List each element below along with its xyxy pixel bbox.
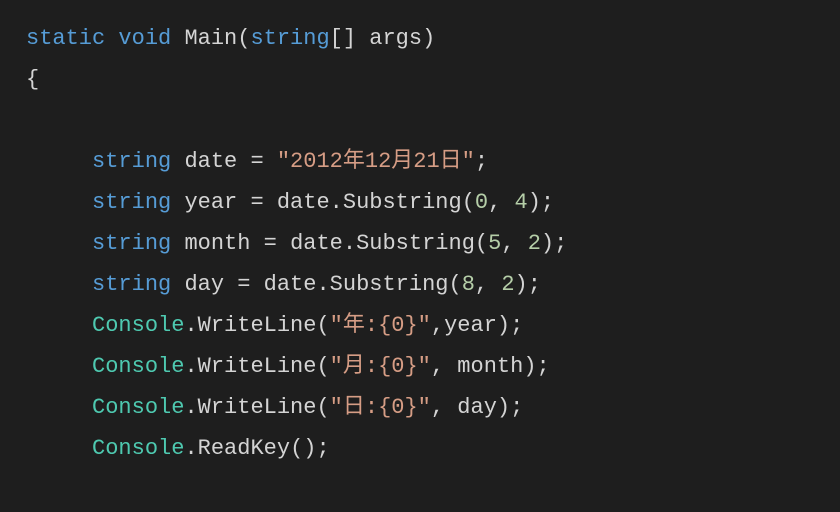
- method-writeline: WriteLine: [198, 313, 317, 338]
- array-brackets: []: [330, 26, 356, 51]
- paren-open: (: [290, 436, 303, 461]
- method-substring: Substring: [356, 231, 475, 256]
- paren-close: ): [497, 395, 510, 420]
- keyword-static: static: [26, 26, 105, 51]
- semicolon: ;: [554, 231, 567, 256]
- keyword-string-array: string: [250, 26, 329, 51]
- keyword-string: string: [92, 231, 171, 256]
- comma: ,: [501, 231, 514, 256]
- num-2: 2: [528, 231, 541, 256]
- string-literal-day: "日:{0}": [330, 395, 431, 420]
- dot: .: [330, 190, 343, 215]
- semicolon: ;: [510, 313, 523, 338]
- paren-open: (: [237, 26, 250, 51]
- dot: .: [184, 354, 197, 379]
- num-0: 0: [475, 190, 488, 215]
- var-month: month: [184, 231, 250, 256]
- code-block: static void Main(string[] args) { string…: [0, 0, 840, 512]
- method-substring: Substring: [343, 190, 462, 215]
- dot: .: [343, 231, 356, 256]
- ref-date: date: [277, 190, 330, 215]
- type-console: Console: [92, 354, 184, 379]
- paren-close: ): [303, 436, 316, 461]
- type-console: Console: [92, 395, 184, 420]
- method-main: Main: [184, 26, 237, 51]
- semicolon: ;: [316, 436, 329, 461]
- type-console: Console: [92, 436, 184, 461]
- param-args: args: [369, 26, 422, 51]
- semicolon: ;: [475, 149, 488, 174]
- var-year: year: [184, 190, 237, 215]
- ref-day: day: [457, 395, 497, 420]
- semicolon: ;: [537, 354, 550, 379]
- comma: ,: [431, 313, 444, 338]
- paren-close: ): [497, 313, 510, 338]
- paren-close: ): [515, 272, 528, 297]
- dot: .: [184, 313, 197, 338]
- paren-open: (: [316, 395, 329, 420]
- op-eq: =: [237, 272, 250, 297]
- keyword-string: string: [92, 149, 171, 174]
- comma: ,: [431, 354, 444, 379]
- keyword-string: string: [92, 190, 171, 215]
- semicolon: ;: [541, 190, 554, 215]
- ref-year: year: [444, 313, 497, 338]
- paren-close: ): [528, 190, 541, 215]
- op-eq: =: [250, 190, 263, 215]
- paren-open: (: [316, 354, 329, 379]
- op-eq: =: [250, 149, 263, 174]
- method-writeline: WriteLine: [198, 354, 317, 379]
- semicolon: ;: [510, 395, 523, 420]
- semicolon: ;: [528, 272, 541, 297]
- ref-date: date: [264, 272, 317, 297]
- string-literal-month: "月:{0}": [330, 354, 431, 379]
- string-literal-year: "年:{0}": [330, 313, 431, 338]
- op-eq: =: [264, 231, 277, 256]
- num-2: 2: [501, 272, 514, 297]
- keyword-void: void: [118, 26, 171, 51]
- keyword-string: string: [92, 272, 171, 297]
- string-literal-date: "2012年12月21日": [277, 149, 475, 174]
- method-writeline: WriteLine: [198, 395, 317, 420]
- type-console: Console: [92, 313, 184, 338]
- dot: .: [184, 395, 197, 420]
- paren-close: ): [523, 354, 536, 379]
- paren-open: (: [449, 272, 462, 297]
- dot: .: [184, 436, 197, 461]
- num-8: 8: [462, 272, 475, 297]
- num-4: 4: [515, 190, 528, 215]
- num-5: 5: [488, 231, 501, 256]
- var-day: day: [184, 272, 224, 297]
- paren-close: ): [541, 231, 554, 256]
- paren-close: ): [422, 26, 435, 51]
- paren-open: (: [462, 190, 475, 215]
- comma: ,: [475, 272, 488, 297]
- var-date: date: [184, 149, 237, 174]
- ref-date: date: [290, 231, 343, 256]
- comma: ,: [431, 395, 444, 420]
- dot: .: [316, 272, 329, 297]
- comma: ,: [488, 190, 501, 215]
- brace-open: {: [26, 67, 39, 92]
- ref-month: month: [457, 354, 523, 379]
- method-readkey: ReadKey: [198, 436, 290, 461]
- method-substring: Substring: [330, 272, 449, 297]
- paren-open: (: [475, 231, 488, 256]
- paren-open: (: [316, 313, 329, 338]
